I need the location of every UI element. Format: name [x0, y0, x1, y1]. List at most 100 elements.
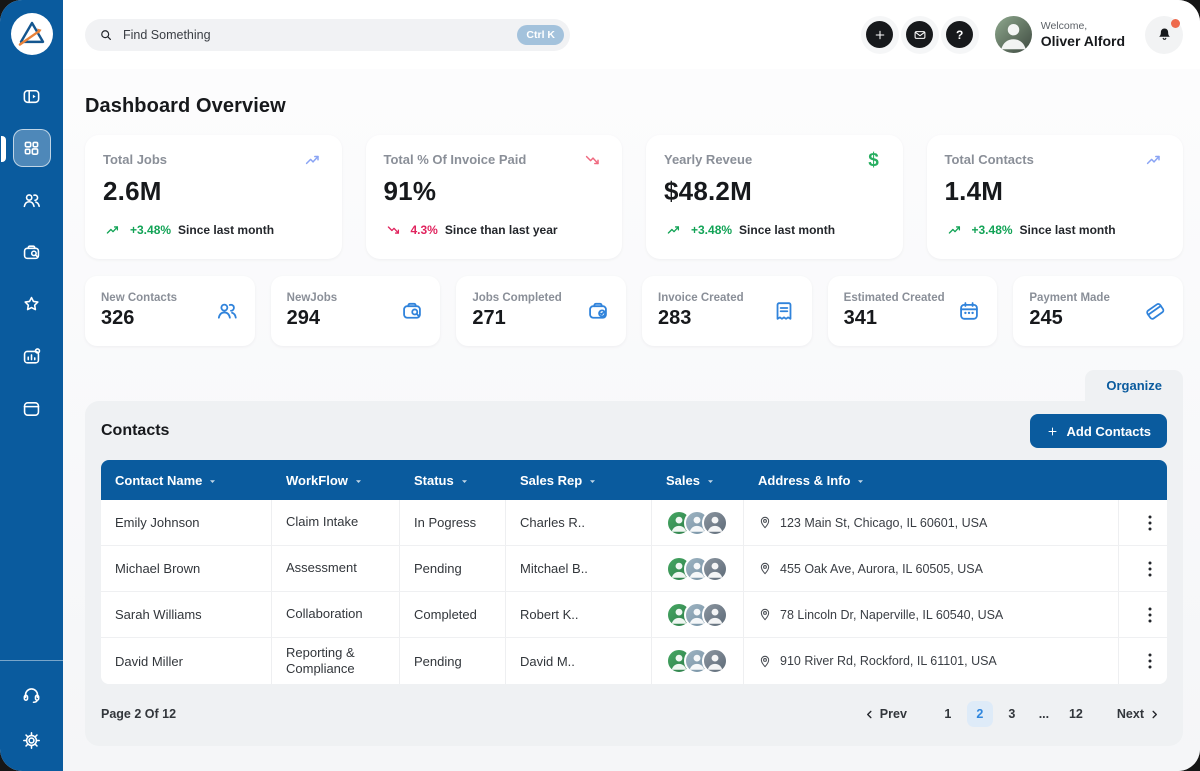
sidebar-item[interactable] [13, 77, 51, 115]
table-row[interactable]: David Miller Reporting & Compliance Pend… [101, 638, 1167, 684]
sidebar-nav [0, 77, 63, 427]
user-name: Oliver Alford [1041, 33, 1125, 49]
trend-arrow-icon [103, 223, 123, 237]
trend-arrow-icon [384, 223, 404, 237]
stat-card: Yearly Reveue $ $48.2M +3.48% Since last… [646, 135, 903, 259]
mini-stat-card: Invoice Created 283 [642, 276, 812, 346]
cell-sales-avatars [652, 592, 744, 637]
avatar-group [666, 510, 728, 536]
next-page-button[interactable]: Next [1109, 701, 1167, 727]
header-action-button[interactable]: ? [941, 16, 979, 54]
table-body: Emily Johnson Claim Intake In Pogress Ch… [101, 500, 1167, 684]
cell-sales-avatars [652, 500, 744, 545]
table-footer: Page 2 Of 12 Prev 1 [85, 684, 1183, 727]
cell-sales-avatars [652, 638, 744, 684]
table-row[interactable]: Emily Johnson Claim Intake In Pogress Ch… [101, 500, 1167, 546]
cell-address: 123 Main St, Chicago, IL 60601, USA [744, 500, 1119, 545]
chevron-right-icon [1150, 710, 1159, 719]
search-bar[interactable]: Ctrl K [85, 19, 570, 51]
cell-status: Pending [400, 546, 506, 591]
row-menu-button[interactable] [1135, 600, 1165, 630]
dots-vertical-icon [1148, 515, 1152, 531]
person-icon [704, 604, 726, 626]
stat-value: 91% [384, 176, 605, 207]
mini-stat-label: Invoice Created [658, 292, 744, 304]
stat-label: Total Contacts [945, 152, 1034, 167]
mini-stat-card: Jobs Completed 271 [456, 276, 626, 346]
sidebar-item-icon [21, 398, 42, 419]
row-menu-button[interactable] [1135, 646, 1165, 676]
table-column-header[interactable]: WorkFlow [272, 460, 400, 500]
mini-stat-value: 283 [658, 307, 744, 330]
cell-contact-name: David Miller [101, 638, 272, 684]
avatar [702, 602, 728, 628]
stat-corner-icon [1143, 152, 1165, 168]
sidebar-bottom-icon [21, 684, 42, 705]
table-column-header[interactable]: Sales [652, 460, 744, 500]
user-profile[interactable]: Welcome, Oliver Alford [995, 16, 1125, 53]
keyboard-shortcut-badge: Ctrl K [517, 25, 564, 45]
sidebar-item[interactable] [13, 285, 51, 323]
stat-label: Total Jobs [103, 152, 167, 167]
header-action-button[interactable] [861, 16, 899, 54]
table-column-header[interactable]: Address & Info [744, 460, 1119, 500]
page-title: Dashboard Overview [85, 95, 1183, 118]
header-actions: ? Welcome, Oliver Alford [861, 16, 1183, 54]
stat-corner-icon [582, 152, 604, 168]
add-contacts-button[interactable]: Add Contacts [1030, 414, 1168, 448]
mini-stat-label: Payment Made [1029, 292, 1110, 304]
mini-stat-card: Payment Made 245 [1013, 276, 1183, 346]
table-column-header[interactable]: Sales Rep [506, 460, 652, 500]
sidebar-bottom-item[interactable] [13, 675, 51, 713]
page-number-button[interactable]: 2 [967, 701, 993, 727]
app-logo[interactable] [11, 13, 53, 55]
stat-label: Total % Of Invoice Paid [384, 152, 527, 167]
mini-stat-label: Estimated Created [844, 292, 945, 304]
table-column-header[interactable]: Contact Name [101, 460, 272, 500]
cell-sales-rep: Charles R.. [506, 500, 652, 545]
cell-workflow: Reporting & Compliance [272, 638, 400, 684]
page-number-button[interactable]: 1 [935, 701, 961, 727]
sidebar-item-icon [21, 346, 42, 367]
sidebar-item[interactable] [13, 233, 51, 271]
avatar-group [666, 556, 728, 582]
contacts-panel: Contacts Add Contacts Contact Name [85, 401, 1183, 746]
main-content: Dashboard Overview Total Jobs 2.6M +3.48… [63, 69, 1200, 771]
sidebar-item[interactable] [13, 129, 51, 167]
contacts-title: Contacts [101, 422, 169, 440]
sidebar-item[interactable] [13, 181, 51, 219]
stat-cards: Total Jobs 2.6M +3.48% Since last month … [85, 135, 1183, 259]
sidebar-bottom-item[interactable] [13, 721, 51, 759]
caret-down-icon [706, 477, 715, 486]
avatar [702, 556, 728, 582]
cell-status: In Pogress [400, 500, 506, 545]
page-number-button[interactable]: 3 [999, 701, 1025, 727]
notifications-button[interactable] [1145, 16, 1183, 54]
row-menu-button[interactable] [1135, 508, 1165, 538]
avatar [995, 16, 1032, 53]
sidebar-item[interactable] [13, 337, 51, 375]
table-row[interactable]: Sarah Williams Collaboration Completed R… [101, 592, 1167, 638]
action-circle [866, 21, 893, 48]
cell-address: 455 Oak Ave, Aurora, IL 60505, USA [744, 546, 1119, 591]
stat-trend: +3.48% Since last month [103, 223, 324, 237]
cell-workflow: Collaboration [272, 592, 400, 637]
caret-down-icon [588, 477, 597, 486]
search-input[interactable] [123, 28, 508, 42]
table-column-header[interactable]: Status [400, 460, 506, 500]
stat-label: Yearly Reveue [664, 152, 752, 167]
row-menu-button[interactable] [1135, 554, 1165, 584]
organize-tab[interactable]: Organize [1085, 370, 1183, 401]
trend-percent: +3.48% [691, 223, 732, 237]
avatar-group [666, 602, 728, 628]
page-number-button[interactable]: 12 [1063, 701, 1089, 727]
header-action-button[interactable] [901, 16, 939, 54]
person-icon [995, 16, 1032, 53]
page-number-button[interactable]: ... [1031, 701, 1057, 727]
sidebar-item[interactable] [13, 389, 51, 427]
table-row[interactable]: Michael Brown Assessment Pending Mitchae… [101, 546, 1167, 592]
person-icon [704, 512, 726, 534]
stat-corner-icon: $ [863, 152, 885, 168]
prev-page-button[interactable]: Prev [857, 701, 915, 727]
table-actions-header [1119, 460, 1167, 500]
